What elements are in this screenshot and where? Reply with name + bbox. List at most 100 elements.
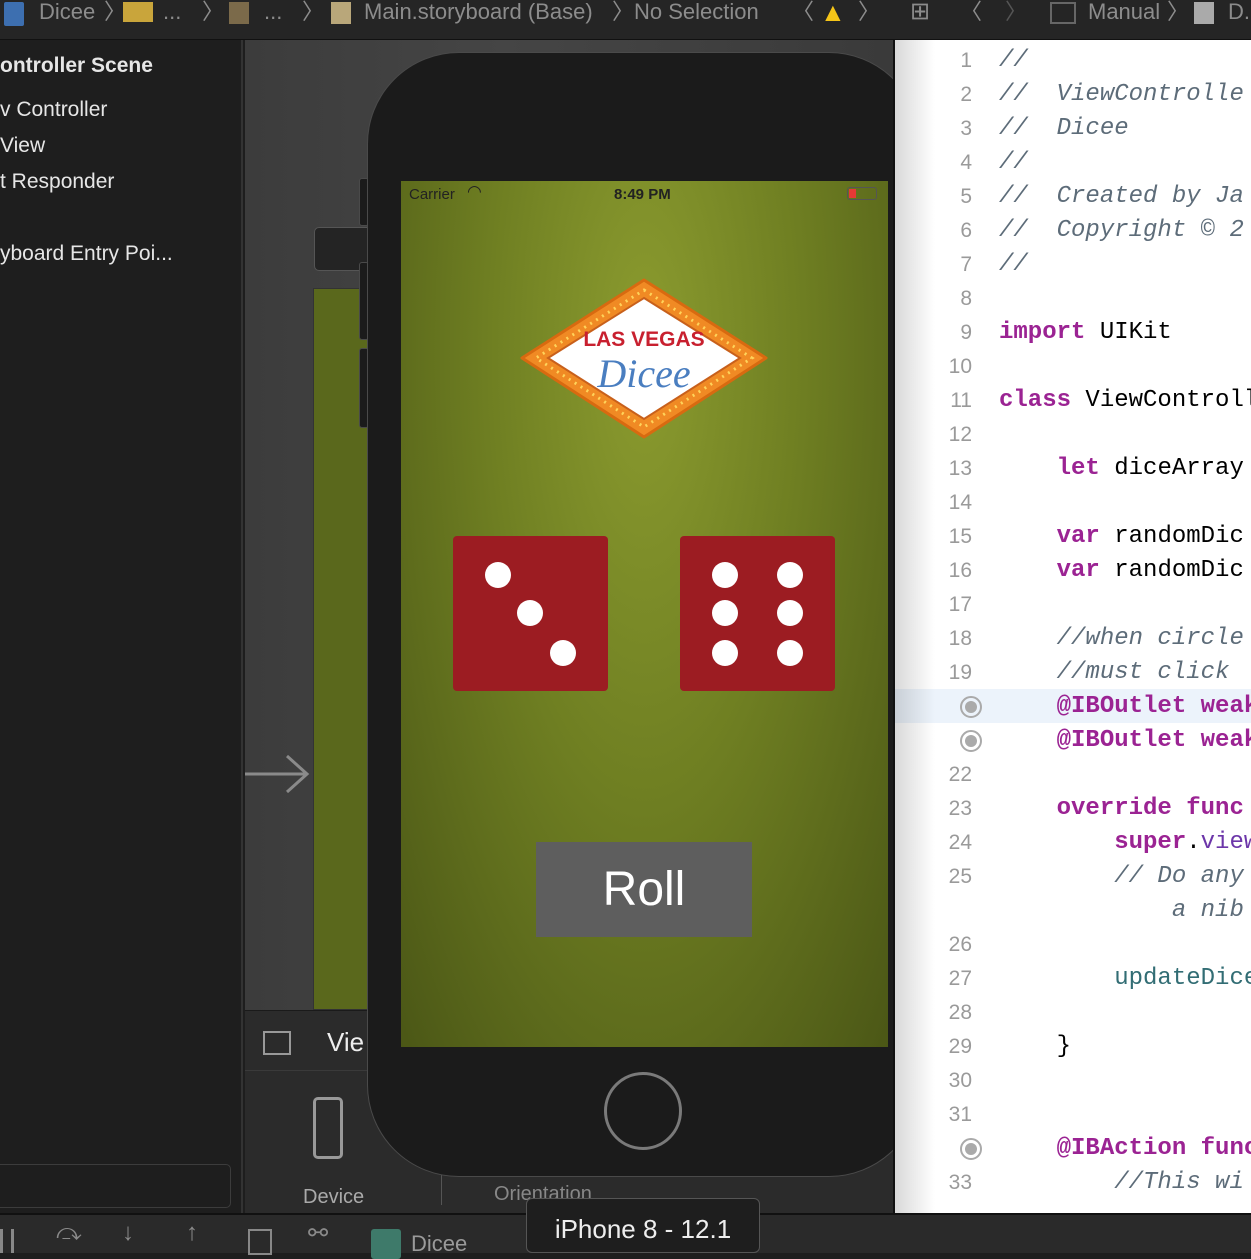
code-token: ViewControll	[1071, 387, 1251, 414]
breadcrumb-selection[interactable]: No Selection	[634, 0, 759, 24]
roll-button[interactable]: Roll	[536, 842, 752, 937]
pip	[777, 640, 803, 666]
swift-file-icon	[1194, 2, 1214, 24]
code-token: // Do any	[999, 863, 1244, 890]
outline-first-responder[interactable]: t Responder	[0, 170, 114, 194]
code-line: super.view	[999, 826, 1251, 860]
toggle-panel-icon[interactable]	[263, 1031, 291, 1055]
next-issue-icon[interactable]: 〉	[858, 0, 880, 24]
code-line: //	[999, 44, 1028, 78]
code-line: updateDice	[999, 962, 1251, 996]
code-line: import UIKit	[999, 316, 1172, 350]
chevron-icon: 〉	[612, 0, 635, 24]
code-line: override func	[999, 792, 1244, 826]
code-line: let diceArray	[999, 452, 1244, 486]
pip	[712, 600, 738, 626]
gutter-shadow	[895, 40, 935, 1213]
folder-icon	[123, 2, 153, 22]
code-token: // Created by Ja	[999, 183, 1244, 210]
step-into-icon[interactable]: ↓	[122, 1219, 134, 1247]
device-tooltip: iPhone 8 - 12.1	[526, 1198, 760, 1253]
code-line: @IBAction func	[999, 1132, 1251, 1166]
code-line: @IBOutlet weak	[999, 724, 1251, 758]
scheme-label[interactable]: Dicee	[411, 1231, 467, 1257]
back-icon[interactable]: 〈	[960, 0, 982, 24]
debug-toggle-icon[interactable]	[0, 1229, 14, 1253]
pip	[517, 600, 543, 626]
pip	[712, 562, 738, 588]
related-items-icon[interactable]: ⊞	[910, 0, 930, 24]
breadcrumb-folder[interactable]: ...	[163, 0, 181, 24]
pip	[777, 600, 803, 626]
outline-view[interactable]: View	[0, 134, 45, 158]
code-token: import	[999, 319, 1086, 346]
code-token: a nib	[999, 897, 1244, 924]
pip	[550, 640, 576, 666]
code-token: }	[999, 1033, 1072, 1060]
step-out-icon[interactable]: ↑	[186, 1219, 198, 1247]
code-token: class	[999, 387, 1072, 414]
las-vegas-logo: LAS VEGAS Dicee	[518, 276, 770, 441]
entry-point-arrow[interactable]	[245, 754, 311, 794]
code-line: //when circle	[999, 622, 1244, 656]
carrier-label: Carrier	[409, 186, 455, 203]
view-hierarchy-icon[interactable]	[248, 1229, 272, 1255]
outline-entry-point[interactable]: yboard Entry Poi...	[0, 242, 173, 266]
breadcrumb-manual[interactable]: Manual	[1088, 0, 1160, 24]
view-as-label: Vie	[327, 1027, 365, 1057]
home-button[interactable]	[604, 1072, 682, 1150]
outline-scene[interactable]: ontroller Scene	[0, 54, 153, 78]
breadcrumb-project[interactable]: Dicee	[39, 0, 95, 24]
time-label: 8:49 PM	[614, 186, 671, 203]
code-token: UIKit	[1085, 319, 1172, 346]
code-line: // Do any	[999, 860, 1244, 894]
code-token: //	[999, 47, 1028, 74]
code-token: @IBAction func	[1056, 1135, 1251, 1162]
device-label: Device	[303, 1186, 365, 1208]
battery-icon	[847, 187, 877, 200]
file-icon	[229, 2, 249, 24]
code-editor[interactable]: 1//2// ViewControlle 3// Dicee 4//5// Crea…	[893, 40, 1251, 1213]
memory-graph-icon[interactable]: ⚯	[308, 1219, 328, 1248]
code-line: // Copyright © 2	[999, 214, 1244, 248]
code-token: var	[1056, 523, 1100, 550]
code-token: //when circle	[999, 625, 1244, 652]
device-phone-icon[interactable]	[313, 1097, 343, 1159]
code-token: //	[999, 149, 1028, 176]
breadcrumb-group[interactable]: ...	[264, 0, 282, 24]
warning-icon[interactable]: ▲	[820, 0, 846, 25]
code-token: diceArray	[1099, 455, 1244, 482]
code-line: //	[999, 248, 1028, 282]
outline-view-controller[interactable]: v Controller	[0, 98, 107, 122]
code-line: a nib	[999, 894, 1244, 928]
code-line: @IBOutlet weak	[999, 690, 1251, 724]
storyboard-icon	[331, 2, 351, 24]
breadcrumb-file-right[interactable]: D...	[1228, 0, 1251, 24]
code-token: .	[1186, 829, 1201, 856]
code-line: // Dicee	[999, 112, 1129, 146]
filter-field[interactable]	[0, 1164, 231, 1208]
code-line: var randomDic	[999, 520, 1244, 554]
code-token: updateDice	[1114, 965, 1251, 992]
step-over-icon[interactable]: ⤼	[56, 1219, 82, 1247]
code-token: // Dicee	[999, 115, 1129, 142]
code-line: //This wi	[999, 1166, 1244, 1200]
prev-issue-icon[interactable]: 〈	[792, 0, 814, 24]
code-token: override func	[1056, 795, 1244, 822]
code-token: //	[999, 251, 1028, 278]
chevron-icon: 〉	[1167, 0, 1190, 24]
code-line: // ViewControlle	[999, 78, 1244, 112]
logo-title: LAS VEGAS	[583, 328, 705, 351]
code-token: // Copyright © 2	[999, 217, 1244, 244]
forward-icon[interactable]: 〉	[1005, 0, 1027, 24]
breadcrumb-file[interactable]: Main.storyboard (Base)	[364, 0, 593, 24]
chevron-icon: 〉	[302, 0, 325, 24]
document-outline: ontroller Scene v Controller View t Resp…	[0, 40, 243, 1213]
scheme-app-icon	[371, 1229, 401, 1259]
